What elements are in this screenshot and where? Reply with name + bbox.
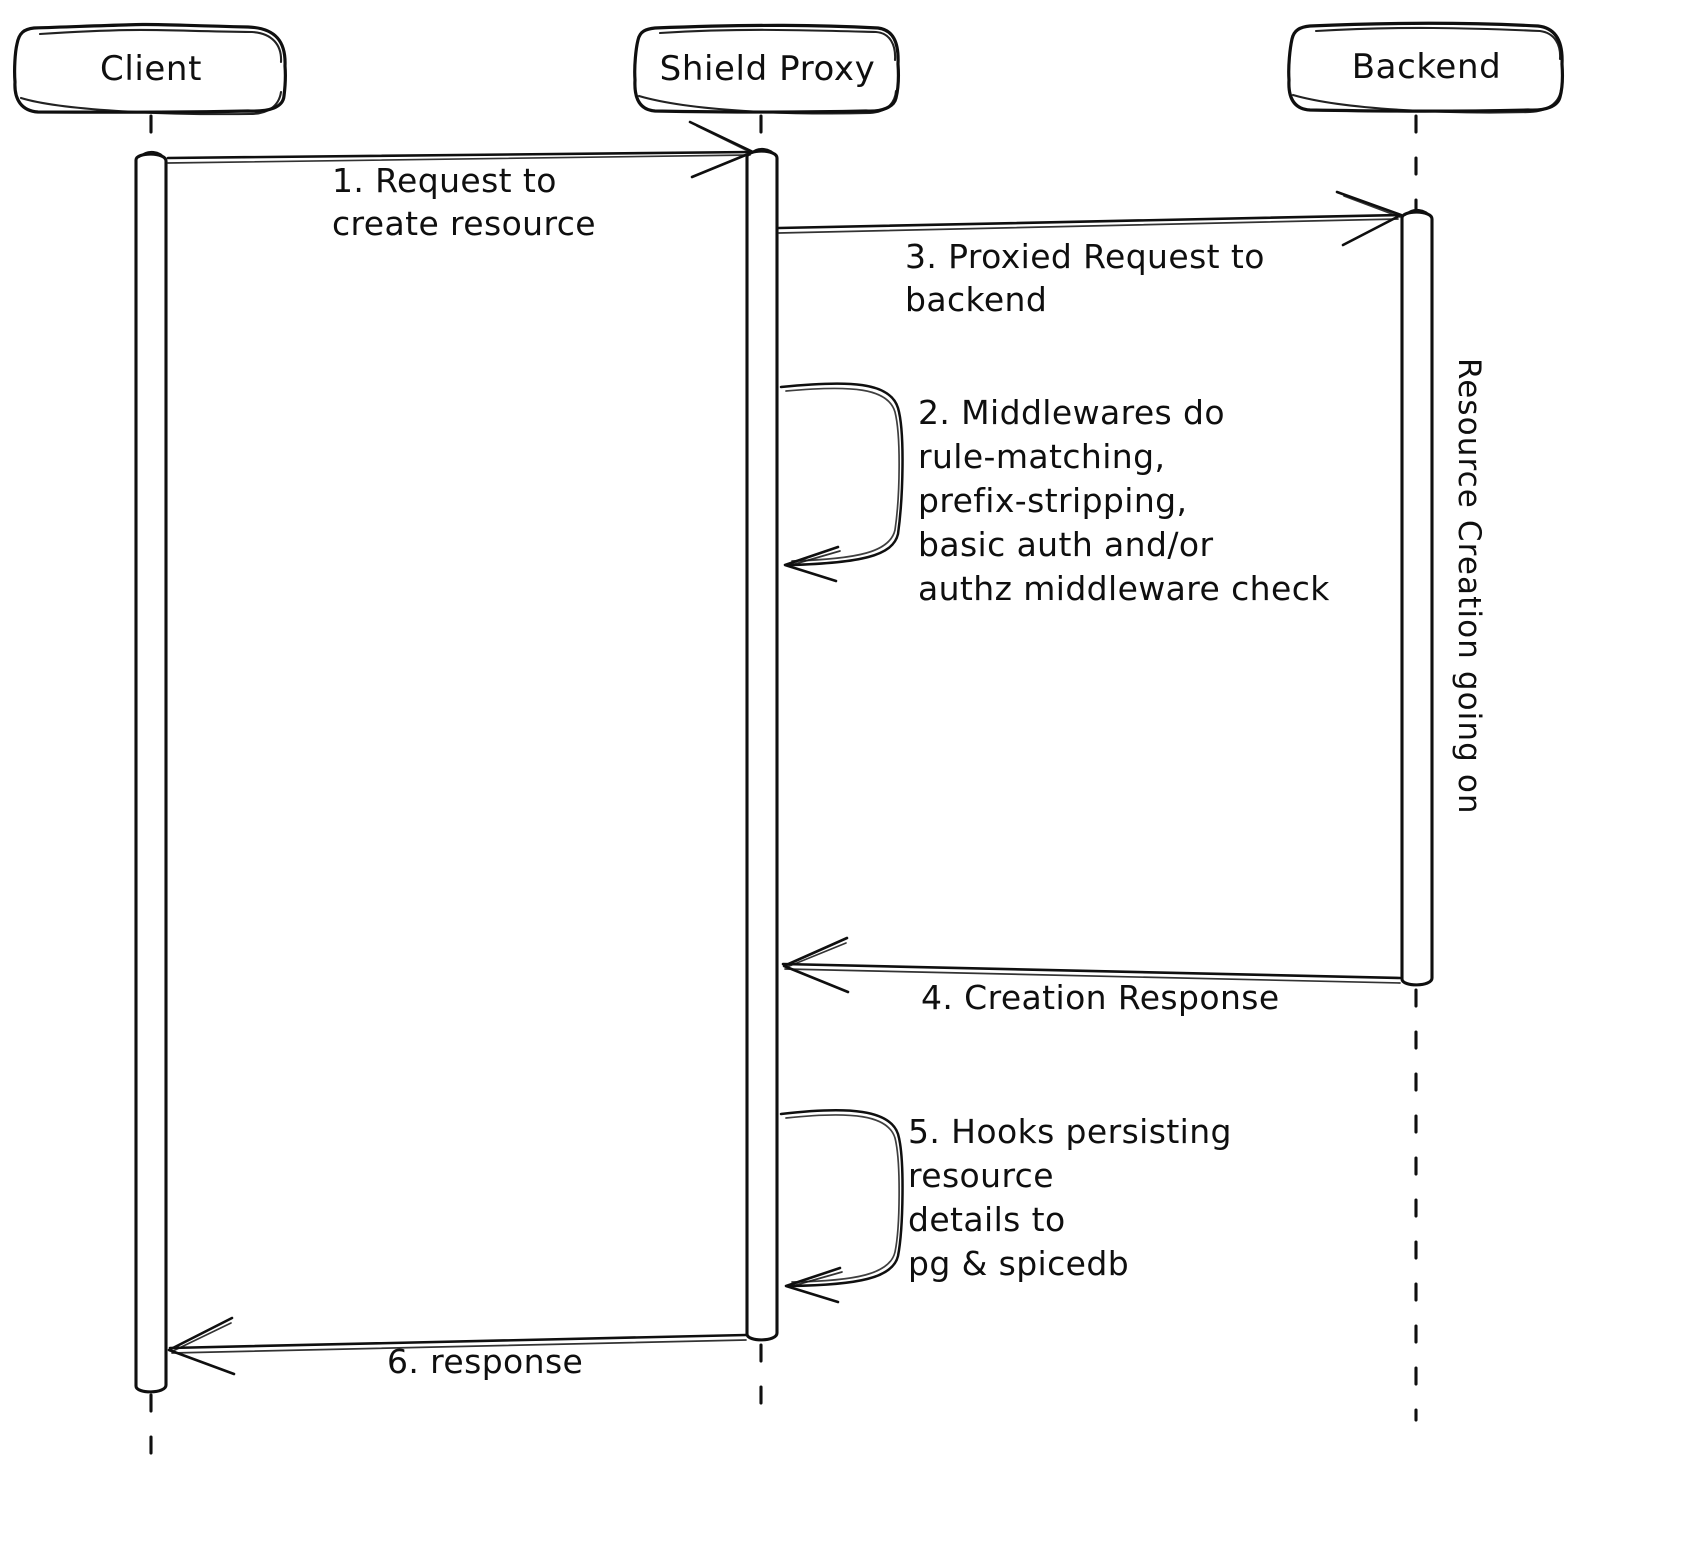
participant-client[interactable]: Client	[15, 24, 287, 114]
activation-bar-backend	[1400, 209, 1434, 987]
participant-label-shield-proxy: Shield Proxy	[659, 49, 876, 89]
message-label-5: 5. Hooks persisting resource details to …	[908, 1112, 1232, 1283]
message-label-1: 1. Request to create resource	[332, 161, 596, 243]
message-self-loop-2	[779, 382, 904, 583]
activation-bar-shield-proxy	[745, 148, 779, 1342]
message-label-2: 2. Middlewares do rule-matching, prefix-…	[918, 393, 1330, 608]
participant-label-client: Client	[99, 49, 203, 89]
message-label-4: 4. Creation Response	[921, 978, 1280, 1017]
message-self-loop-5	[779, 1109, 904, 1304]
participant-shield-proxy[interactable]: Shield Proxy	[635, 24, 900, 114]
activation-bar-client	[134, 151, 168, 1394]
message-label-3: 3. Proxied Request to backend	[905, 237, 1265, 319]
participant-label-backend: Backend	[1351, 47, 1502, 87]
participant-backend[interactable]: Backend	[1289, 22, 1564, 112]
diagram-strokes	[13, 21, 1564, 1472]
backend-activity-note: Resource Creation going on	[1451, 358, 1487, 815]
sequence-diagram-canvas: Client Shield Proxy Backend 1. Request t…	[0, 0, 1693, 1564]
message-label-6: 6. response	[387, 1342, 584, 1381]
